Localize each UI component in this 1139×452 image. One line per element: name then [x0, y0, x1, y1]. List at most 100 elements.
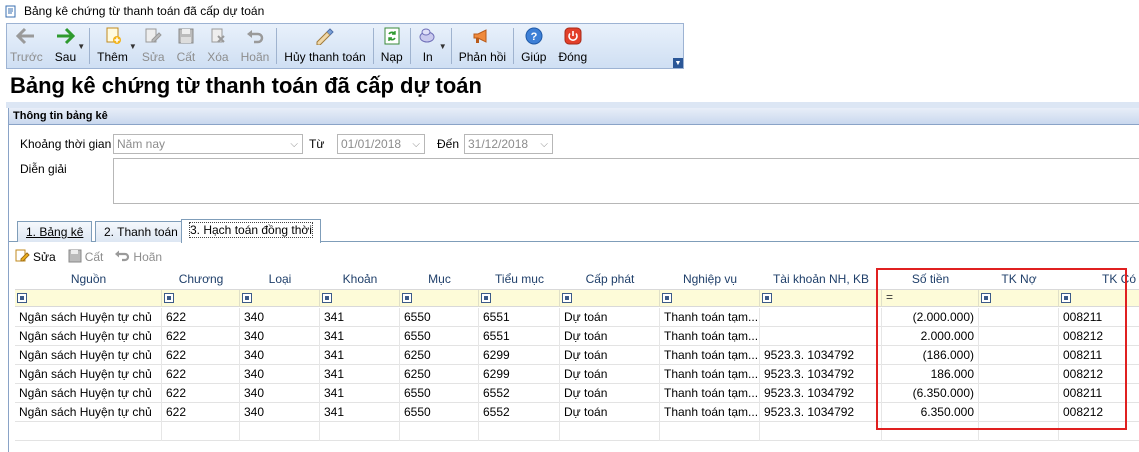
table-cell[interactable]: Ngân sách Huyện tự chủ: [15, 365, 162, 384]
column-header[interactable]: Tiểu mục: [479, 270, 560, 289]
table-cell[interactable]: 340: [240, 346, 320, 365]
filter-cell[interactable]: [760, 290, 882, 307]
table-cell[interactable]: 9523.3. 1034792: [760, 384, 882, 403]
delete-button[interactable]: Xóa: [204, 26, 231, 66]
table-row[interactable]: Ngân sách Huyện tự chủ 622 340 341 6550 6551 D…: [15, 327, 1139, 346]
filter-cell[interactable]: [320, 290, 400, 307]
chevron-down-icon[interactable]: ▼: [439, 42, 447, 51]
table-cell[interactable]: (186.000): [882, 346, 979, 365]
tab-hach-toan-dong-thoi[interactable]: 3. Hạch toán đồng thời: [181, 219, 321, 243]
table-row[interactable]: [15, 422, 1139, 441]
table-cell[interactable]: 6550: [400, 403, 479, 422]
table-cell[interactable]: [240, 422, 320, 441]
column-header[interactable]: Nghiệp vụ: [660, 270, 760, 289]
table-cell[interactable]: 340: [240, 308, 320, 327]
toolbar-options-icon[interactable]: ▼: [673, 58, 683, 68]
column-header[interactable]: Số tiền: [882, 270, 979, 289]
table-cell[interactable]: 6550: [400, 327, 479, 346]
table-cell[interactable]: [400, 422, 479, 441]
table-row[interactable]: Ngân sách Huyện tự chủ 622 340 341 6250 6299 D…: [15, 365, 1139, 384]
table-cell[interactable]: Thanh toán tạm...: [660, 346, 760, 365]
table-cell[interactable]: Ngân sách Huyện tự chủ: [15, 308, 162, 327]
table-cell[interactable]: 340: [240, 365, 320, 384]
grid-save-button[interactable]: Cất: [68, 249, 103, 266]
table-cell[interactable]: [479, 422, 560, 441]
table-cell[interactable]: [979, 422, 1059, 441]
table-cell[interactable]: Dự toán: [560, 384, 660, 403]
filter-icon[interactable]: [164, 293, 174, 303]
table-cell[interactable]: 186.000: [882, 365, 979, 384]
table-cell[interactable]: Ngân sách Huyện tự chủ: [15, 384, 162, 403]
table-cell[interactable]: [162, 422, 240, 441]
save-button[interactable]: Cất: [174, 26, 199, 66]
table-cell[interactable]: 2.000.000: [882, 327, 979, 346]
column-header[interactable]: TK Có: [1059, 270, 1139, 289]
table-cell[interactable]: 341: [320, 384, 400, 403]
grid-undo-button[interactable]: Hoãn: [115, 249, 162, 265]
description-field[interactable]: [113, 158, 1139, 204]
table-cell[interactable]: [979, 365, 1059, 384]
table-cell[interactable]: 622: [162, 346, 240, 365]
column-header[interactable]: Chương: [162, 270, 240, 289]
filter-icon[interactable]: [322, 293, 332, 303]
table-cell[interactable]: 008211: [1059, 346, 1139, 365]
table-cell[interactable]: Thanh toán tạm...: [660, 384, 760, 403]
table-cell[interactable]: 008211: [1059, 384, 1139, 403]
chevron-down-icon[interactable]: ▼: [129, 42, 137, 51]
column-header[interactable]: Tài khoản NH, KB: [760, 270, 882, 289]
filter-icon[interactable]: [662, 293, 672, 303]
tab-bang-ke[interactable]: 1. Bảng kê: [17, 221, 93, 242]
table-cell[interactable]: 341: [320, 365, 400, 384]
table-cell[interactable]: [660, 422, 760, 441]
filter-cell[interactable]: [479, 290, 560, 307]
table-cell[interactable]: 6551: [479, 308, 560, 327]
table-cell[interactable]: [979, 346, 1059, 365]
table-cell[interactable]: 341: [320, 308, 400, 327]
from-date-field[interactable]: 01/01/2018 ⌵: [337, 134, 425, 154]
table-cell[interactable]: 6552: [479, 403, 560, 422]
table-cell[interactable]: Dự toán: [560, 403, 660, 422]
filter-cell[interactable]: [660, 290, 760, 307]
table-cell[interactable]: [760, 422, 882, 441]
filter-icon[interactable]: [1061, 293, 1071, 303]
table-cell[interactable]: 008212: [1059, 365, 1139, 384]
equals-filter-icon[interactable]: =: [886, 290, 893, 304]
table-cell[interactable]: Ngân sách Huyện tự chủ: [15, 403, 162, 422]
table-cell[interactable]: 008212: [1059, 403, 1139, 422]
table-cell[interactable]: 340: [240, 403, 320, 422]
table-cell[interactable]: Thanh toán tạm...: [660, 365, 760, 384]
table-cell[interactable]: 9523.3. 1034792: [760, 346, 882, 365]
table-cell[interactable]: 6299: [479, 365, 560, 384]
table-cell[interactable]: [560, 422, 660, 441]
filter-cell[interactable]: [560, 290, 660, 307]
filter-cell[interactable]: [1059, 290, 1139, 307]
table-cell[interactable]: 9523.3. 1034792: [760, 403, 882, 422]
chevron-down-icon[interactable]: ▼: [77, 42, 85, 51]
period-select[interactable]: Năm nay ⌵: [113, 134, 303, 154]
filter-cell[interactable]: [162, 290, 240, 307]
table-cell[interactable]: 341: [320, 346, 400, 365]
column-header[interactable]: Cấp phát: [560, 270, 660, 289]
table-cell[interactable]: 340: [240, 327, 320, 346]
table-cell[interactable]: 6299: [479, 346, 560, 365]
filter-icon[interactable]: [562, 293, 572, 303]
edit-button[interactable]: Sửa: [139, 26, 168, 66]
table-cell[interactable]: 6550: [400, 384, 479, 403]
tab-thanh-toan[interactable]: 2. Thanh toán: [95, 221, 187, 242]
table-cell[interactable]: 6250: [400, 365, 479, 384]
table-cell[interactable]: [979, 384, 1059, 403]
table-cell[interactable]: [15, 422, 162, 441]
filter-cell[interactable]: [15, 290, 162, 307]
table-cell[interactable]: 622: [162, 327, 240, 346]
table-cell[interactable]: [882, 422, 979, 441]
table-cell[interactable]: [1059, 422, 1139, 441]
table-cell[interactable]: 622: [162, 365, 240, 384]
table-cell[interactable]: 340: [240, 384, 320, 403]
grid-edit-button[interactable]: Sửa: [15, 248, 56, 266]
filter-cell[interactable]: [979, 290, 1059, 307]
filter-icon[interactable]: [981, 293, 991, 303]
column-header[interactable]: Loại: [240, 270, 320, 289]
table-row[interactable]: Ngân sách Huyện tự chủ 622 340 341 6250 6299 D…: [15, 346, 1139, 365]
undo-button[interactable]: Hoãn: [238, 26, 273, 66]
table-cell[interactable]: [979, 327, 1059, 346]
